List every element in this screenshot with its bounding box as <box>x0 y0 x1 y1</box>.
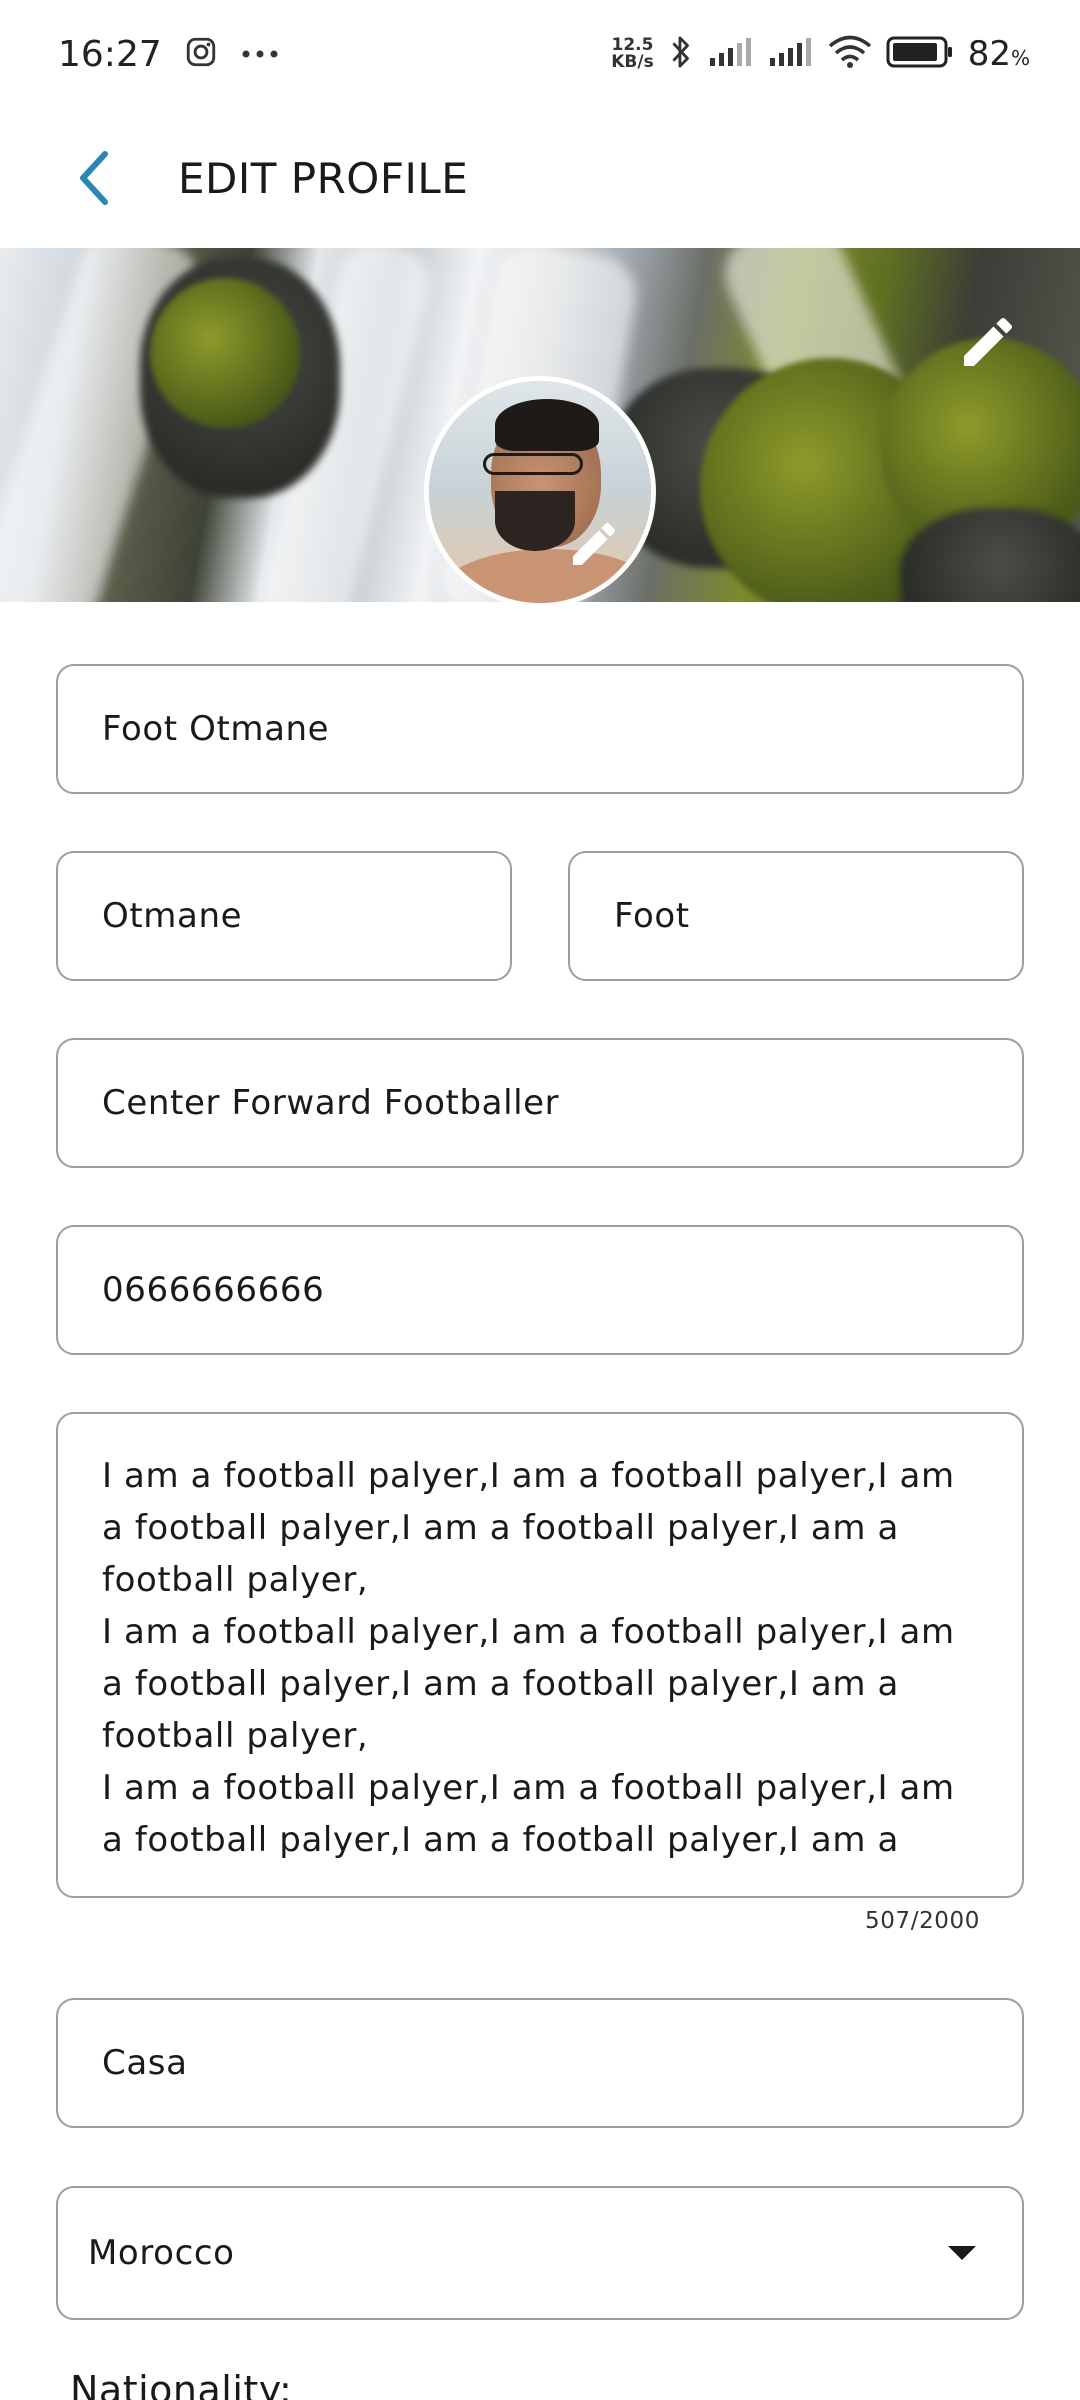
country-select-value: Morocco <box>88 2233 235 2273</box>
status-left: 16:27 <box>58 34 280 75</box>
signal-1-icon <box>708 36 754 72</box>
nationality-label: Nationality: <box>70 2368 293 2400</box>
bluetooth-icon <box>668 32 694 76</box>
avatar-hair <box>495 399 599 451</box>
avatar-beard <box>495 491 575 551</box>
battery-icon <box>886 35 954 73</box>
status-right: 12.5 KB/s 82% <box>611 32 1030 76</box>
battery-percent: 82% <box>968 34 1030 74</box>
city-input[interactable] <box>102 2043 1022 2083</box>
signal-2-icon <box>768 36 814 72</box>
first-name-input[interactable] <box>102 896 510 936</box>
pencil-icon <box>573 522 616 565</box>
wifi-icon <box>828 35 872 73</box>
bio-textarea[interactable]: I am a football palyer,I am a football p… <box>56 1412 1024 1898</box>
bio-character-counter: 507/2000 <box>865 1908 980 1934</box>
position-input[interactable] <box>102 1083 1022 1123</box>
edit-profile-screen: 16:27 12.5 KB/s 82% EDIT PROFILE Foot Ot… <box>0 0 1080 2400</box>
app-bar: EDIT PROFILE <box>0 108 1080 248</box>
city-field[interactable] <box>56 1998 1024 2128</box>
status-time: 16:27 <box>58 33 162 75</box>
avatar-glasses <box>483 453 583 475</box>
battery-percent-suffix: % <box>1010 46 1030 70</box>
battery-percent-value: 82 <box>967 34 1011 74</box>
bio-text[interactable]: I am a football palyer,I am a football p… <box>102 1450 982 1866</box>
edit-cover-button[interactable] <box>956 310 1020 374</box>
back-button[interactable] <box>48 133 138 223</box>
display-name-input[interactable] <box>102 709 1022 749</box>
chevron-left-icon <box>80 151 108 205</box>
network-speed: 12.5 KB/s <box>611 37 653 71</box>
more-notifications-icon <box>240 45 280 64</box>
cover-moss <box>150 278 300 428</box>
position-field[interactable] <box>56 1038 1024 1168</box>
status-bar: 16:27 12.5 KB/s 82% <box>0 0 1080 108</box>
instagram-icon <box>184 35 218 73</box>
last-name-field[interactable] <box>568 851 1024 981</box>
edit-avatar-button[interactable] <box>566 516 622 572</box>
first-name-field[interactable] <box>56 851 512 981</box>
avatar[interactable] <box>424 376 656 608</box>
dropdown-arrow-icon <box>948 2246 976 2260</box>
display-name-field[interactable] <box>56 664 1024 794</box>
phone-input[interactable] <box>102 1270 1022 1310</box>
phone-field[interactable] <box>56 1225 1024 1355</box>
pencil-icon <box>964 317 1013 366</box>
last-name-input[interactable] <box>614 896 1022 936</box>
page-title: EDIT PROFILE <box>178 153 469 203</box>
network-speed-unit: KB/s <box>611 52 654 72</box>
country-select[interactable]: Morocco <box>56 2186 1024 2320</box>
